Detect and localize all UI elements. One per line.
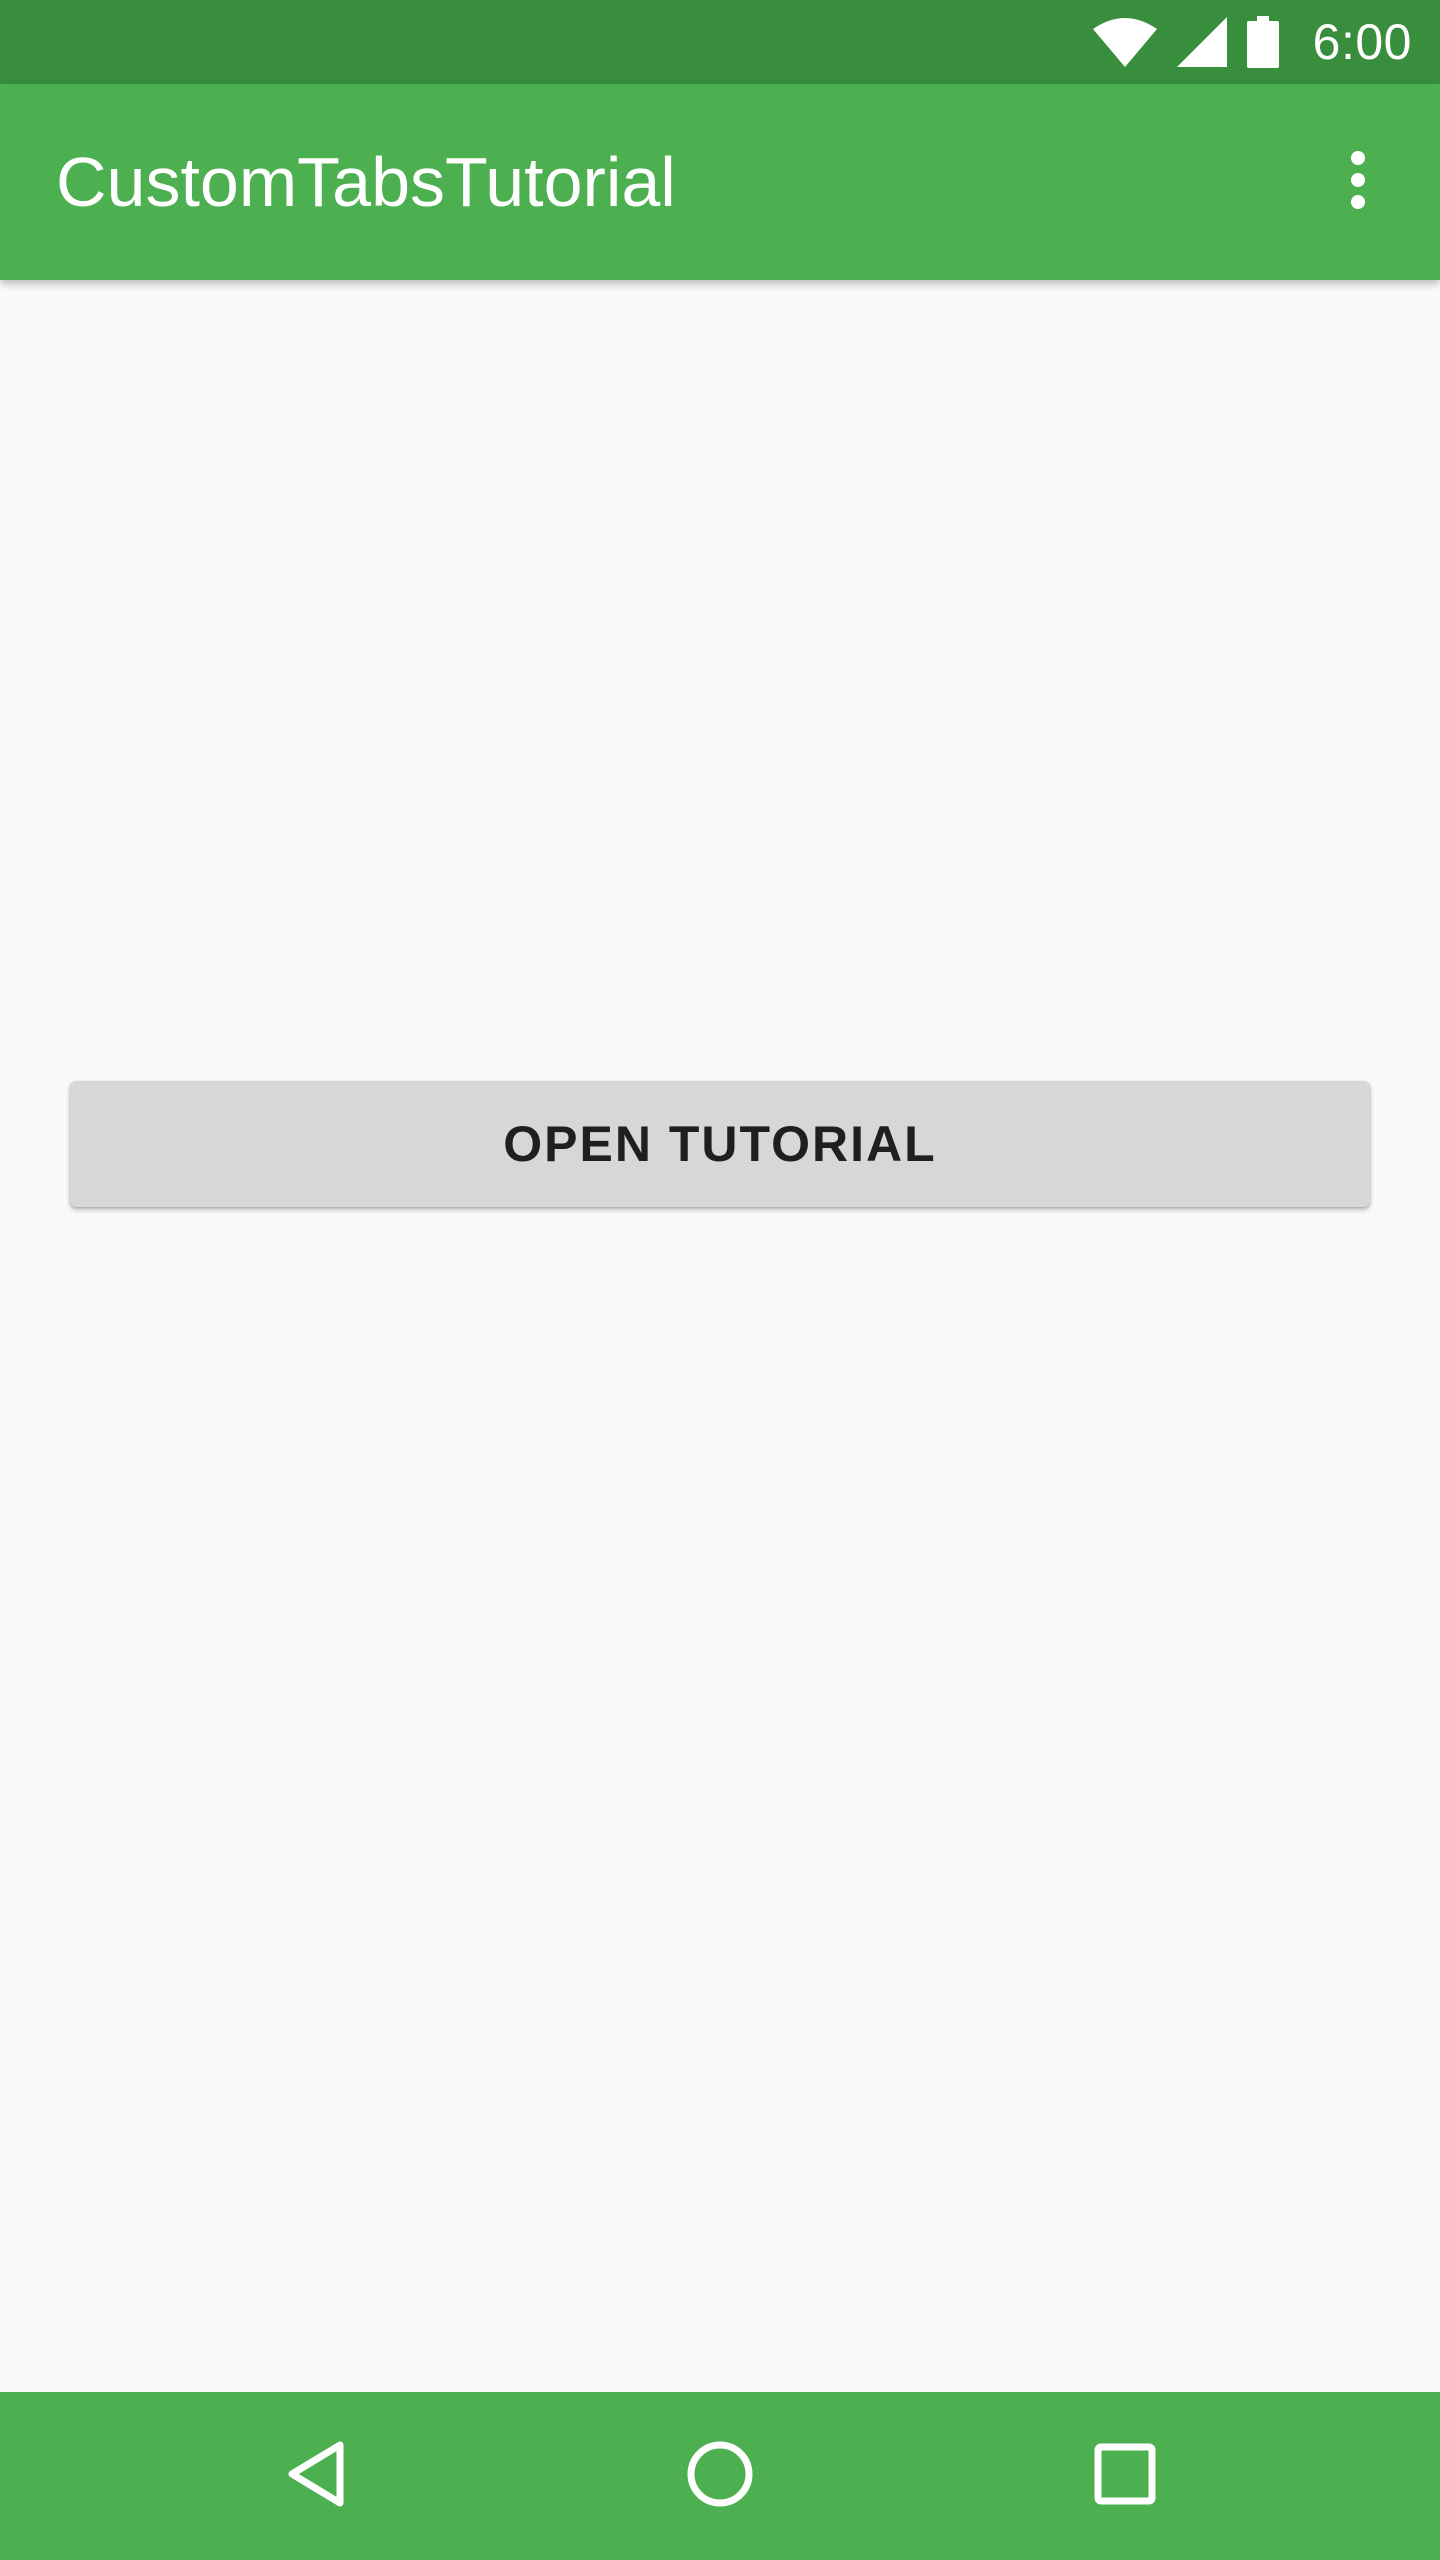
more-vert-icon	[1348, 150, 1368, 215]
wifi-icon	[1092, 17, 1157, 67]
nav-back-button[interactable]	[216, 2392, 416, 2560]
app-title: CustomTabsTutorial	[56, 143, 676, 221]
app-bar: CustomTabsTutorial	[0, 84, 1440, 280]
recents-icon	[1094, 2443, 1156, 2510]
status-icons: 6:00	[1092, 0, 1412, 84]
nav-home-button[interactable]	[620, 2392, 820, 2560]
battery-icon	[1246, 16, 1279, 68]
navigation-bar	[0, 2392, 1440, 2560]
cell-signal-icon	[1176, 17, 1227, 67]
status-bar: 6:00	[0, 0, 1440, 84]
screen: 6:00 CustomTabsTutorial OPEN TUTORIAL	[0, 0, 1440, 2560]
open-tutorial-button[interactable]: OPEN TUTORIAL	[70, 1081, 1370, 1207]
back-icon	[284, 2439, 348, 2514]
home-icon	[685, 2439, 755, 2514]
nav-recents-button[interactable]	[1025, 2392, 1225, 2560]
overflow-menu-button[interactable]	[1304, 128, 1412, 236]
status-time: 6:00	[1312, 14, 1412, 70]
